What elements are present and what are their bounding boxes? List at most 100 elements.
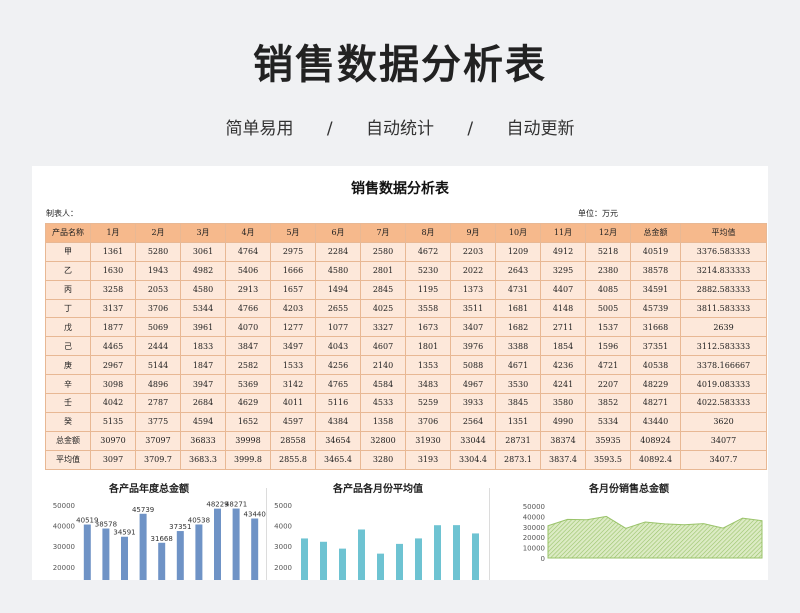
- table-cell[interactable]: 3280: [360, 449, 406, 470]
- table-cell[interactable]: 1361: [90, 241, 136, 262]
- table-cell[interactable]: 5334: [585, 411, 631, 432]
- table-cell[interactable]: 3097: [90, 449, 136, 470]
- table-cell[interactable]: 1943: [135, 260, 181, 281]
- table-cell[interactable]: 2053: [135, 279, 181, 300]
- row-label-cell[interactable]: 丁: [45, 298, 91, 319]
- table-cell[interactable]: 40519: [630, 241, 681, 262]
- table-cell[interactable]: 4594: [180, 411, 226, 432]
- table-cell[interactable]: 2207: [585, 374, 631, 395]
- table-cell[interactable]: 28558: [270, 430, 316, 451]
- table-cell[interactable]: 3376.583333: [680, 241, 767, 262]
- table-cell[interactable]: 3775: [135, 411, 181, 432]
- table-cell[interactable]: 4203: [270, 298, 316, 319]
- table-cell[interactable]: 31668: [630, 317, 681, 338]
- table-cell[interactable]: 3483: [405, 374, 451, 395]
- table-cell[interactable]: 3847: [225, 336, 271, 357]
- table-cell[interactable]: 3709.7: [135, 449, 181, 470]
- table-cell[interactable]: 32800: [360, 430, 406, 451]
- table-cell[interactable]: 4672: [405, 241, 451, 262]
- table-cell[interactable]: 3558: [405, 298, 451, 319]
- table-cell[interactable]: 3511: [450, 298, 496, 319]
- table-cell[interactable]: 1195: [405, 279, 451, 300]
- table-cell[interactable]: 2913: [225, 279, 271, 300]
- table-cell[interactable]: 4236: [540, 355, 586, 376]
- table-cell[interactable]: 1877: [90, 317, 136, 338]
- table-cell[interactable]: 2855.8: [270, 449, 316, 470]
- table-cell[interactable]: 3837.4: [540, 449, 586, 470]
- table-cell[interactable]: 3327: [360, 317, 406, 338]
- table-cell[interactable]: 2684: [180, 393, 226, 413]
- table-cell[interactable]: 1652: [225, 411, 271, 432]
- table-cell[interactable]: 3098: [90, 374, 136, 395]
- table-cell[interactable]: 1847: [180, 355, 226, 376]
- table-cell[interactable]: 4597: [270, 411, 316, 432]
- table-cell[interactable]: 36833: [180, 430, 226, 451]
- table-cell[interactable]: 3304.4: [450, 449, 496, 470]
- table-cell[interactable]: 38578: [630, 260, 681, 281]
- table-cell[interactable]: 1801: [405, 336, 451, 357]
- row-label-cell[interactable]: 甲: [45, 241, 91, 262]
- table-cell[interactable]: 4256: [315, 355, 361, 376]
- table-cell[interactable]: 4990: [540, 411, 586, 432]
- table-cell[interactable]: 4766: [225, 298, 271, 319]
- table-cell[interactable]: 4982: [180, 260, 226, 281]
- table-cell[interactable]: 3933: [450, 393, 496, 413]
- row-label-cell[interactable]: 总金额: [45, 430, 91, 451]
- table-cell[interactable]: 3852: [585, 393, 631, 413]
- table-cell[interactable]: 3465.4: [315, 449, 361, 470]
- table-cell[interactable]: 2580: [360, 241, 406, 262]
- table-cell[interactable]: 43440: [630, 411, 681, 432]
- row-label-cell[interactable]: 己: [45, 336, 91, 357]
- table-cell[interactable]: 3295: [540, 260, 586, 281]
- table-cell[interactable]: 3683.3: [180, 449, 226, 470]
- table-cell[interactable]: 5144: [135, 355, 181, 376]
- table-cell[interactable]: 4671: [495, 355, 541, 376]
- table-cell[interactable]: 30970: [90, 430, 136, 451]
- table-cell[interactable]: 3061: [180, 241, 226, 262]
- table-cell[interactable]: 2444: [135, 336, 181, 357]
- table-cell[interactable]: 48229: [630, 374, 681, 395]
- table-cell[interactable]: 3378.166667: [680, 355, 767, 376]
- table-cell[interactable]: 5088: [450, 355, 496, 376]
- table-cell[interactable]: 3388: [495, 336, 541, 357]
- table-cell[interactable]: 2787: [135, 393, 181, 413]
- table-cell[interactable]: 4384: [315, 411, 361, 432]
- table-cell[interactable]: 3142: [270, 374, 316, 395]
- table-cell[interactable]: 3137: [90, 298, 136, 319]
- table-cell[interactable]: 4043: [315, 336, 361, 357]
- table-cell[interactable]: 3112.583333: [680, 336, 767, 357]
- table-cell[interactable]: 2711: [540, 317, 586, 338]
- table-cell[interactable]: 2140: [360, 355, 406, 376]
- table-cell[interactable]: 3580: [540, 393, 586, 413]
- table-cell[interactable]: 1353: [405, 355, 451, 376]
- table-cell[interactable]: 3497: [270, 336, 316, 357]
- table-cell[interactable]: 34077: [680, 430, 767, 451]
- table-cell[interactable]: 4407: [540, 279, 586, 300]
- table-cell[interactable]: 33044: [450, 430, 496, 451]
- table-cell[interactable]: 1494: [315, 279, 361, 300]
- table-cell[interactable]: 1833: [180, 336, 226, 357]
- table-cell[interactable]: 4896: [135, 374, 181, 395]
- table-cell[interactable]: 1533: [270, 355, 316, 376]
- table-cell[interactable]: 38374: [540, 430, 586, 451]
- row-label-cell[interactable]: 乙: [45, 260, 91, 281]
- table-cell[interactable]: 3999.8: [225, 449, 271, 470]
- table-cell[interactable]: 4070: [225, 317, 271, 338]
- table-cell[interactable]: 5280: [135, 241, 181, 262]
- table-cell[interactable]: 5259: [405, 393, 451, 413]
- table-cell[interactable]: 45739: [630, 298, 681, 319]
- table-cell[interactable]: 3407.7: [680, 449, 767, 470]
- table-cell[interactable]: 3214.833333: [680, 260, 767, 281]
- row-label-cell[interactable]: 丙: [45, 279, 91, 300]
- table-cell[interactable]: 39998: [225, 430, 271, 451]
- table-cell[interactable]: 5406: [225, 260, 271, 281]
- table-cell[interactable]: 2639: [680, 317, 767, 338]
- table-cell[interactable]: 5369: [225, 374, 271, 395]
- table-cell[interactable]: 4764: [225, 241, 271, 262]
- table-cell[interactable]: 3620: [680, 411, 767, 432]
- table-cell[interactable]: 1358: [360, 411, 406, 432]
- table-cell[interactable]: 4025: [360, 298, 406, 319]
- table-cell[interactable]: 3961: [180, 317, 226, 338]
- table-cell[interactable]: 48271: [630, 393, 681, 413]
- table-cell[interactable]: 4731: [495, 279, 541, 300]
